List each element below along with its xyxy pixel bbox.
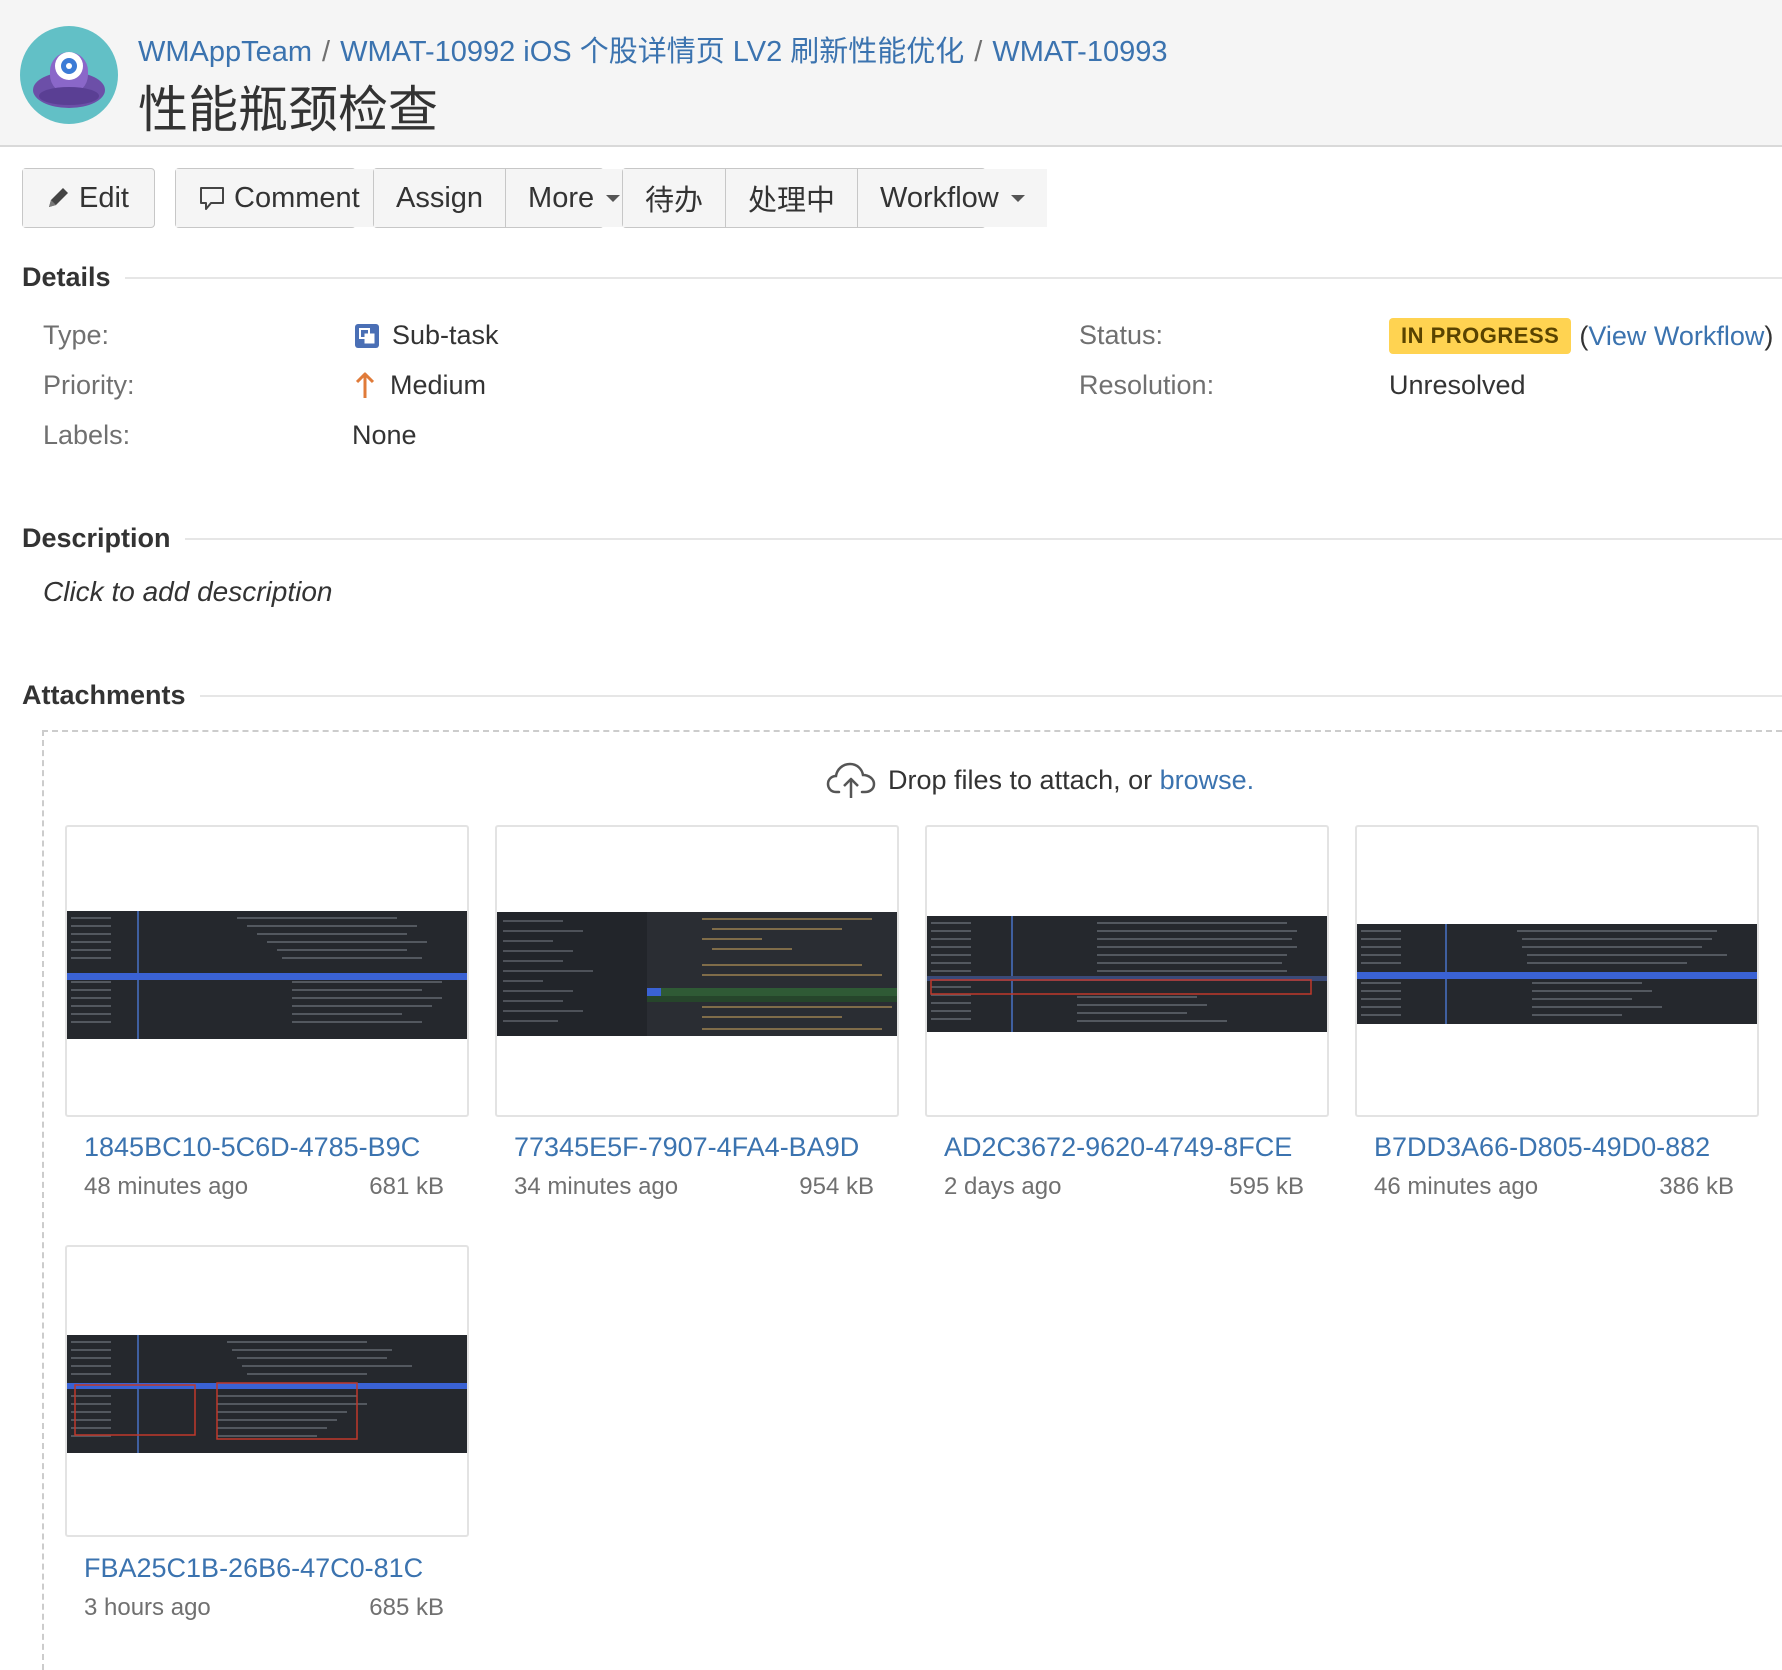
status-value: IN PROGRESS (View Workflow) (1389, 318, 1773, 354)
attachment-size: 386 kB (1659, 1173, 1734, 1200)
labels-value[interactable]: None (352, 420, 417, 451)
view-workflow-link[interactable]: View Workflow (1588, 321, 1764, 352)
section-divider (199, 694, 1782, 697)
attachment-meta: 3 hours ago 685 kB (84, 1594, 444, 1622)
edit-button-group: Edit (22, 168, 155, 228)
workflow-button-group: 待办 处理中 Workflow (622, 168, 1047, 228)
drop-files-message: Drop files to attach, or browse. (826, 760, 1254, 800)
attachment-meta: 46 minutes ago 386 kB (1374, 1173, 1734, 1201)
attachment-preview-image (927, 916, 1327, 1032)
assign-button[interactable]: Assign (374, 169, 507, 227)
issue-header: WMAppTeam / WMAT-10992 iOS 个股详情页 LV2 刷新性能优… (0, 0, 1782, 147)
todo-button-label: 待办 (645, 185, 704, 217)
attachment-date: 48 minutes ago (84, 1173, 249, 1200)
attachment-preview-image (67, 1335, 467, 1453)
status-label: Status: (1079, 320, 1164, 350)
details-heading[interactable]: Details (22, 262, 1782, 293)
attachments-heading[interactable]: Attachments (22, 680, 1782, 711)
attachment-filename-link[interactable]: AD2C3672-9620-4749-8FCE (944, 1132, 1304, 1163)
attachment-date: 46 minutes ago (1374, 1173, 1539, 1200)
attachment-size: 954 kB (799, 1173, 874, 1200)
workflow-dropdown-button[interactable]: Workflow (858, 169, 1047, 227)
pencil-icon (45, 185, 71, 211)
attachment-thumbnail[interactable] (1355, 825, 1759, 1117)
more-button-label: More (528, 181, 595, 214)
priority-label: Priority: (43, 370, 135, 400)
resolution-value: Unresolved (1389, 370, 1526, 400)
priority-value: Medium (354, 370, 486, 401)
breadcrumb-project-link[interactable]: WMAppTeam (138, 36, 312, 68)
attachment-preview-image (1357, 924, 1757, 1024)
comment-button[interactable]: Comment (176, 169, 382, 227)
breadcrumb-issue-key-link[interactable]: WMAT-10993 (992, 36, 1167, 68)
view-workflow-paren-open: ( (1579, 320, 1589, 351)
page-title[interactable]: 性能瓶颈检查 (138, 70, 438, 142)
assign-more-button-group: Assign More (373, 168, 643, 228)
in-progress-transition-button[interactable]: 处理中 (726, 169, 859, 227)
attachment-date: 34 minutes ago (514, 1173, 679, 1200)
project-avatar-icon[interactable] (20, 26, 118, 124)
browse-link[interactable]: browse. (1160, 765, 1255, 796)
section-divider (124, 276, 1782, 279)
attachment-filename-link[interactable]: 1845BC10-5C6D-4785-B9C (84, 1132, 444, 1163)
comment-button-label: Comment (234, 181, 360, 214)
assign-button-label: Assign (396, 181, 484, 214)
type-value: Sub-task (354, 320, 499, 351)
edit-button-label: Edit (79, 181, 129, 214)
attachment-preview-image (497, 912, 897, 1036)
labels-label: Labels: (43, 420, 131, 450)
attachment-thumbnail[interactable] (495, 825, 899, 1117)
attachment-size: 685 kB (369, 1594, 444, 1621)
attachment-filename-link[interactable]: 77345E5F-7907-4FA4-BA9D (514, 1132, 874, 1163)
drop-files-text: Drop files to attach, or (888, 764, 1153, 795)
breadcrumb-separator: / (322, 36, 331, 68)
resolution-label: Resolution: (1079, 370, 1215, 400)
attachment-preview-image (67, 911, 467, 1039)
attachment-meta: 48 minutes ago 681 kB (84, 1173, 444, 1201)
attachment-filename-link[interactable]: B7DD3A66-D805-49D0-882 (1374, 1132, 1734, 1163)
attachment-meta: 34 minutes ago 954 kB (514, 1173, 874, 1201)
breadcrumb: WMAppTeam / WMAT-10992 iOS 个股详情页 LV2 刷新性能优… (138, 28, 1167, 70)
attachment-thumbnail[interactable] (65, 825, 469, 1117)
description-placeholder[interactable]: Click to add description (43, 576, 332, 608)
cloud-upload-icon (826, 760, 876, 800)
attachments-heading-label: Attachments (22, 680, 186, 710)
attachment-meta: 2 days ago 595 kB (944, 1173, 1304, 1201)
breadcrumb-parent-issue-link[interactable]: WMAT-10992 iOS 个股详情页 LV2 刷新性能优化 (340, 36, 964, 68)
attachment-thumbnail[interactable] (65, 1245, 469, 1537)
description-heading-label: Description (22, 523, 171, 553)
workflow-button-label: Workflow (880, 181, 999, 214)
arrow-up-icon (354, 372, 376, 400)
attachment-size: 595 kB (1229, 1173, 1304, 1200)
comment-button-group: Comment (175, 168, 382, 228)
speech-bubble-icon (198, 184, 226, 212)
description-heading[interactable]: Description (22, 523, 1782, 554)
section-divider (184, 537, 1782, 540)
breadcrumb-separator: / (974, 36, 983, 68)
status-badge: IN PROGRESS (1389, 318, 1572, 354)
attachment-thumbnail[interactable] (925, 825, 1329, 1117)
attachment-size: 681 kB (369, 1173, 444, 1200)
chevron-down-icon (1010, 194, 1025, 202)
todo-transition-button[interactable]: 待办 (623, 169, 727, 227)
attachment-date: 3 hours ago (84, 1594, 211, 1621)
edit-button[interactable]: Edit (23, 169, 151, 227)
attachment-date: 2 days ago (944, 1173, 1062, 1200)
in-progress-button-label: 处理中 (748, 185, 836, 217)
type-value-text: Sub-task (392, 320, 499, 350)
type-label: Type: (43, 320, 110, 350)
chevron-down-icon (606, 194, 621, 202)
attachment-filename-link[interactable]: FBA25C1B-26B6-47C0-81C (84, 1553, 444, 1584)
subtask-icon (354, 323, 380, 349)
priority-value-text: Medium (390, 370, 487, 400)
details-heading-label: Details (22, 262, 111, 292)
view-workflow-paren-close: ) (1764, 320, 1774, 351)
